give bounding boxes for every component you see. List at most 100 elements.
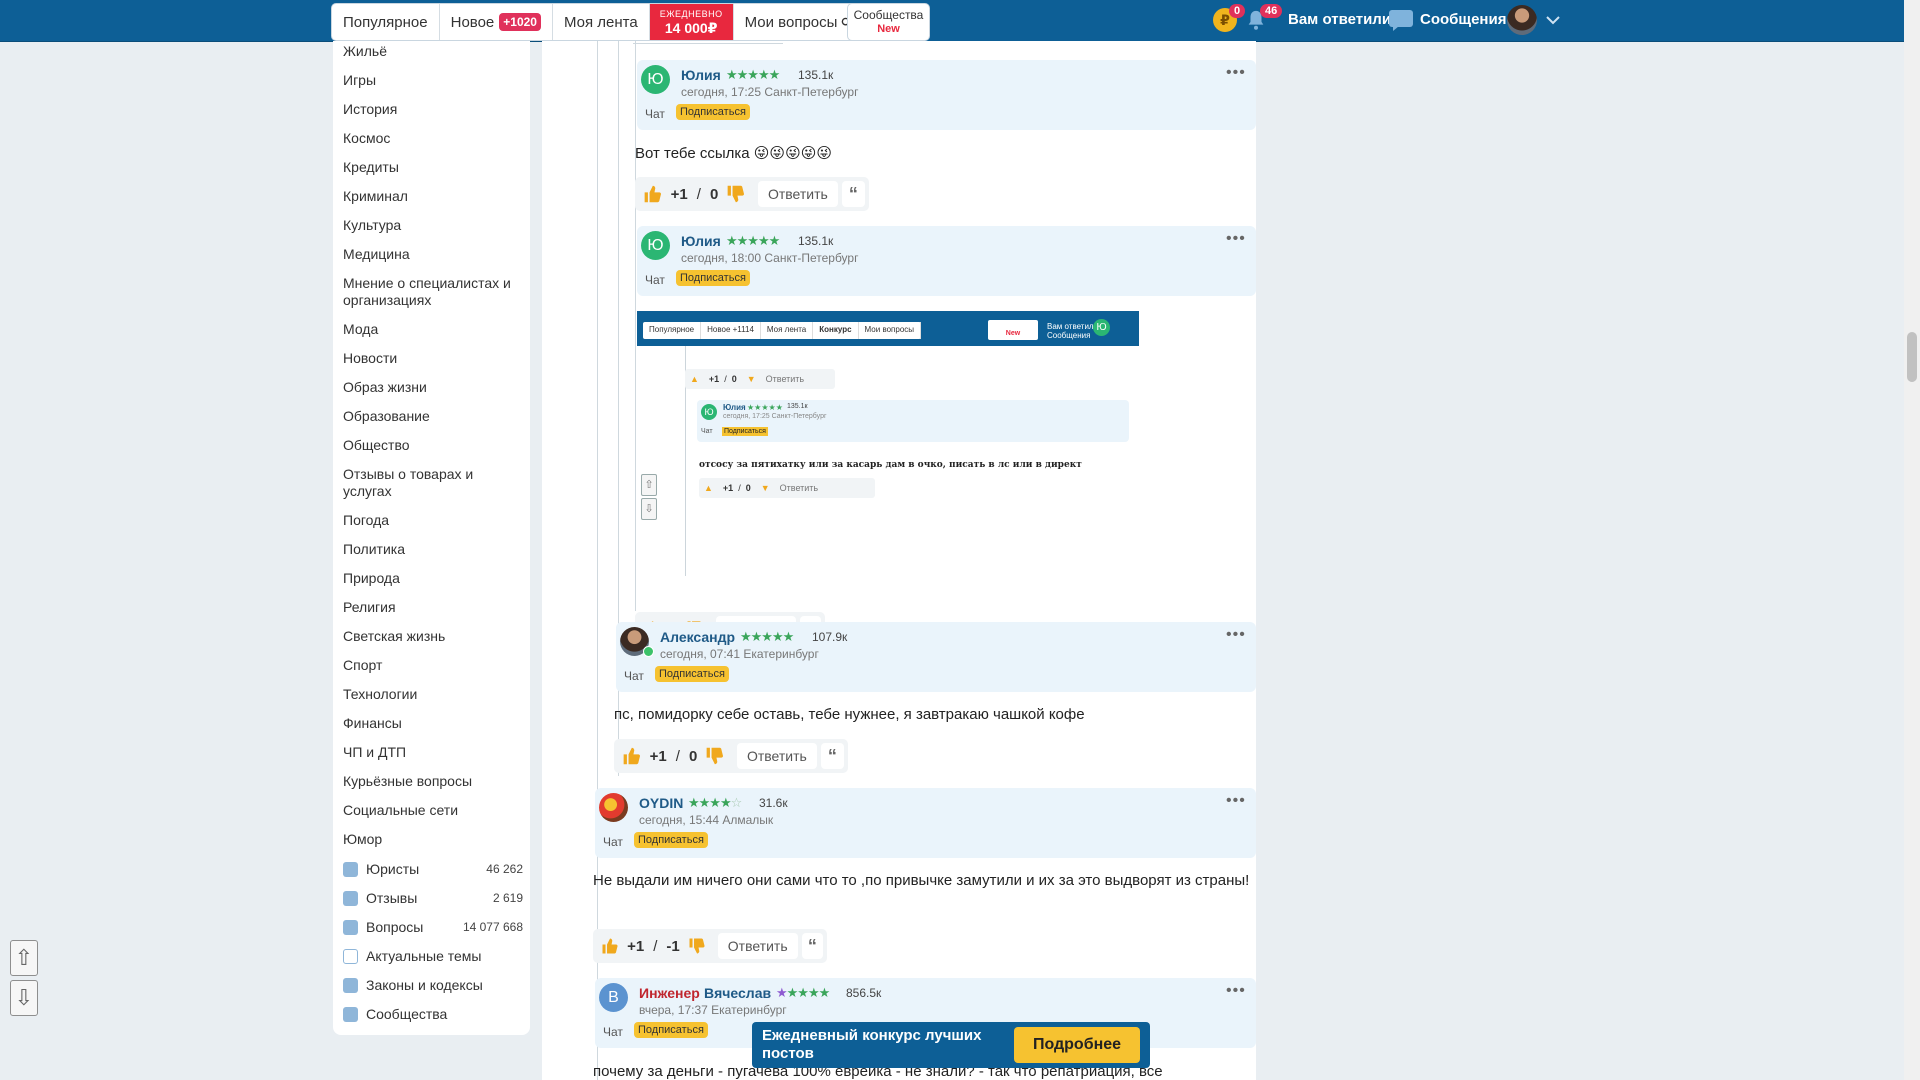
avatar[interactable] — [599, 793, 628, 822]
category-item[interactable]: Медицина — [343, 246, 410, 263]
username[interactable]: Юлия — [681, 233, 721, 249]
tab-daily-contest[interactable]: ЕЖЕДНЕВНО 14 000₽ — [649, 4, 734, 40]
messages-icon[interactable] — [1388, 8, 1414, 32]
chat-link[interactable]: Чат — [645, 107, 665, 121]
category-item[interactable]: Спорт — [343, 657, 382, 674]
chat-link[interactable]: Чат — [603, 835, 623, 849]
rating-stars: ★★★★★ — [726, 67, 780, 82]
quote-icon[interactable]: “ — [820, 743, 844, 769]
user-avatar[interactable] — [1507, 5, 1537, 35]
rating-stars: ★★★★★ — [776, 985, 830, 1000]
chat-link[interactable]: Чат — [645, 273, 665, 287]
more-icon[interactable]: ••• — [1226, 792, 1246, 810]
category-item[interactable]: Финансы — [343, 715, 402, 732]
reply-button[interactable]: Ответить — [757, 181, 838, 207]
arrow-down-icon: ⇩ — [14, 985, 34, 1010]
service-laws[interactable]: Законы и кодексы — [343, 977, 523, 993]
category-item[interactable]: Мнение о специалистах и организациях — [343, 275, 523, 309]
category-item[interactable]: История — [343, 101, 397, 118]
more-icon[interactable]: ••• — [1226, 626, 1246, 644]
downvote-count: 0 — [709, 185, 719, 203]
category-item[interactable]: Образование — [343, 408, 430, 425]
category-item[interactable]: Кредиты — [343, 159, 399, 176]
laws-icon — [343, 977, 358, 993]
more-icon[interactable]: ••• — [1226, 64, 1246, 82]
thumbs-down-icon[interactable] — [688, 935, 706, 957]
category-item[interactable]: Отзывы о товарах и услугах — [343, 466, 493, 500]
service-communities[interactable]: Сообщества — [343, 1006, 523, 1022]
avatar[interactable]: Ю — [641, 65, 670, 94]
category-item[interactable]: Природа — [343, 570, 400, 587]
category-item[interactable]: Юмор — [343, 831, 382, 848]
tab-my-questions[interactable]: Мои вопросы — [734, 4, 864, 40]
rating-score: 135.1к — [798, 234, 834, 248]
rating-stars: ★★★★☆ — [688, 795, 742, 810]
service-reviews[interactable]: Отзывы 2 619 — [343, 890, 523, 906]
scrollbar-thumb[interactable] — [1907, 332, 1917, 382]
category-item[interactable]: Игры — [343, 72, 376, 89]
details-button[interactable]: Подробнее — [1014, 1027, 1140, 1063]
category-item[interactable]: Светская жизнь — [343, 628, 445, 645]
subscribe-button[interactable]: Подписаться — [655, 666, 729, 682]
chat-link[interactable]: Чат — [603, 1025, 623, 1039]
category-item[interactable]: Образ жизни — [343, 379, 427, 396]
comments-column: Ю Юлия ★★★★★ 135.1к сегодня, 17:25 Санкт… — [542, 41, 1256, 1080]
more-icon[interactable]: ••• — [1226, 982, 1246, 1000]
subscribe-button[interactable]: Подписаться — [634, 1022, 708, 1038]
service-topics[interactable]: Актуальные темы — [343, 948, 523, 964]
username[interactable]: Юлия — [681, 67, 721, 83]
username[interactable]: Вячеслав — [704, 985, 771, 1001]
rating-stars: ★★★★★ — [726, 233, 780, 248]
subscribe-button[interactable]: Подписаться — [676, 270, 750, 286]
thumbs-up-icon[interactable] — [643, 183, 663, 205]
scroll-down-button[interactable]: ⇩ — [10, 980, 38, 1016]
vote-bar: +1 / 0 Ответить “ — [614, 739, 848, 773]
chevron-down-icon[interactable] — [1545, 12, 1561, 28]
tab-new[interactable]: Новое +1020 — [440, 4, 553, 40]
topics-icon — [343, 948, 358, 964]
category-item[interactable]: Социальные сети — [343, 802, 458, 819]
category-item[interactable]: Культура — [343, 217, 401, 234]
category-item[interactable]: Технологии — [343, 686, 417, 703]
category-item[interactable]: Новости — [343, 350, 397, 367]
category-item[interactable]: Мода — [343, 321, 378, 338]
category-item[interactable]: Криминал — [343, 188, 408, 205]
category-item[interactable]: Курьёзные вопросы — [343, 773, 472, 790]
thumbs-up-icon[interactable] — [622, 745, 642, 767]
username[interactable]: Александр — [660, 629, 735, 645]
messages-link[interactable]: Сообщения — [1420, 11, 1506, 28]
category-item[interactable]: Политика — [343, 541, 405, 558]
service-questions[interactable]: Вопросы 14 077 668 — [343, 919, 523, 935]
reply-button[interactable]: Ответить — [736, 743, 817, 769]
answered-link[interactable]: Вам ответили — [1288, 11, 1391, 28]
service-lawyers[interactable]: Юристы 46 262 — [343, 861, 523, 877]
category-item[interactable]: ЧП и ДТП — [343, 744, 406, 761]
tab-popular[interactable]: Популярное — [332, 4, 440, 40]
quote-icon[interactable]: “ — [841, 181, 865, 207]
reply-button[interactable]: Ответить — [717, 933, 798, 959]
thumbs-down-icon[interactable] — [705, 745, 725, 767]
comment-attached-image[interactable]: Популярное Новое +1114 Моя лента Конкурс… — [637, 311, 1139, 576]
category-item[interactable]: Погода — [343, 512, 389, 529]
subscribe-button[interactable]: Подписаться — [634, 832, 708, 848]
notification-badge: 46 — [1260, 4, 1283, 18]
category-item[interactable]: Общество — [343, 437, 410, 454]
page-scrollbar[interactable] — [1904, 0, 1920, 1080]
avatar[interactable]: В — [599, 983, 628, 1012]
more-icon[interactable]: ••• — [1226, 230, 1246, 248]
main-tabs: Популярное Новое +1020 Моя лента ЕЖЕДНЕВН… — [331, 3, 865, 41]
chat-link[interactable]: Чат — [624, 669, 644, 683]
communities-button[interactable]: Сообщества New — [847, 3, 930, 41]
category-item[interactable]: Религия — [343, 599, 396, 616]
category-item[interactable]: Жильё — [343, 43, 387, 60]
username[interactable]: OYDIN — [639, 795, 683, 811]
scroll-up-button[interactable]: ⇧ — [10, 940, 38, 976]
thumbs-down-icon[interactable] — [726, 183, 746, 205]
quote-icon[interactable]: “ — [801, 933, 823, 959]
thumbs-up-icon[interactable] — [601, 935, 619, 957]
tab-my-feed[interactable]: Моя лента — [553, 4, 650, 40]
user-title: Инженер — [639, 985, 700, 1001]
category-item[interactable]: Космос — [343, 130, 390, 147]
subscribe-button[interactable]: Подписаться — [676, 104, 750, 120]
avatar[interactable]: Ю — [641, 231, 670, 260]
